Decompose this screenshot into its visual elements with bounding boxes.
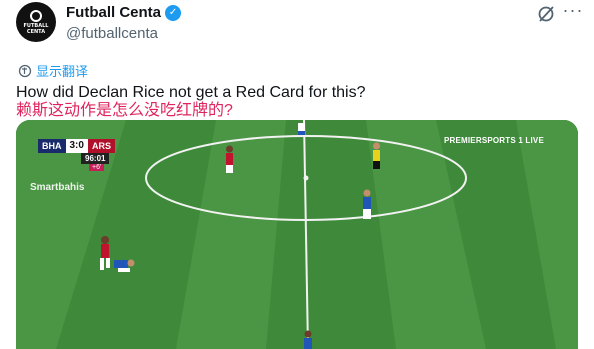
translation-overlay-text: 赖斯这动作是怎么没吃红牌的? (16, 102, 233, 119)
show-translation-link[interactable]: 显示翻译 (18, 61, 88, 80)
player-top (298, 123, 305, 135)
display-name-text: Futball Centa (66, 4, 162, 21)
match-clock: 96:01 (81, 153, 110, 164)
added-time: +6' (89, 164, 105, 171)
more-options-icon[interactable]: ··· (562, 1, 584, 22)
account-handle[interactable]: @futballcenta (66, 25, 158, 42)
player-arsenal-midfield (226, 145, 233, 173)
football-logo-icon (30, 9, 42, 22)
show-translation-label: 显示翻译 (36, 64, 89, 79)
avatar-text-line2: CENTA (26, 28, 46, 35)
player-brighton (363, 189, 371, 219)
sponsor-logo: Smartbahis (30, 182, 85, 193)
referee (373, 142, 380, 169)
tweet-text: How did Declan Rice not get a Red Card f… (16, 84, 366, 101)
translate-icon (18, 64, 32, 77)
scoreboard: BHA 3:0 ARS (38, 139, 115, 153)
tweet-body: How did Declan Rice not get a Red Card f… (16, 84, 366, 120)
grok-icon[interactable] (536, 4, 556, 24)
player-bottom (304, 330, 312, 349)
broadcaster-logo: PREMIERSPORTS 1 LIVE (443, 136, 544, 145)
score: 3:0 (65, 139, 88, 153)
away-team: ARS (87, 139, 115, 153)
avatar[interactable]: FUTBALL CENTA (16, 2, 56, 42)
display-name[interactable]: Futball Centa ✓ (66, 4, 182, 21)
video-player[interactable]: BHA 3:0 ARS 96:01 +6' Smartbahis PREMIER… (16, 120, 578, 349)
home-team: BHA (38, 139, 66, 153)
verified-badge-icon: ✓ (165, 4, 182, 21)
